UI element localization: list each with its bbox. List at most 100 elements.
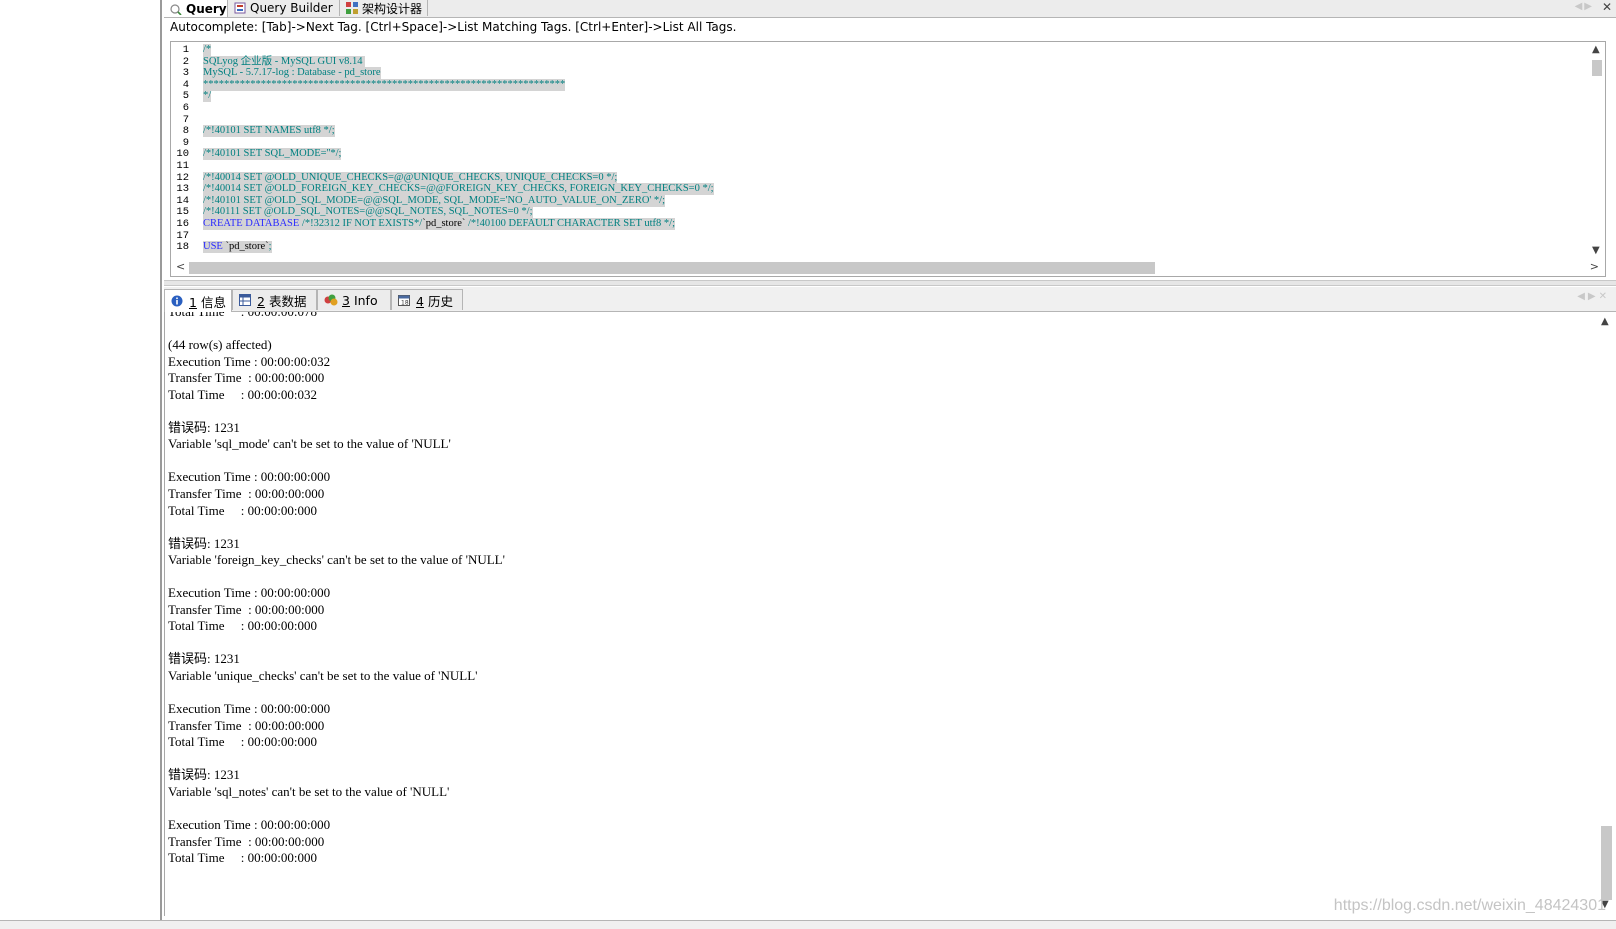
code-line: /*!40101 SET SQL_MODE=''*/; [203, 148, 342, 161]
autocomplete-hint: Autocomplete: [Tab]->Next Tag. [Ctrl+Spa… [170, 20, 737, 34]
svg-text:18: 18 [401, 300, 409, 307]
message-line: Execution Time : 00:00:00:000 [168, 585, 331, 601]
tab-messages-label: 信息 [200, 294, 226, 310]
line-number: 7 [182, 113, 189, 126]
scroll-right-icon[interactable]: > [1590, 260, 1599, 273]
message-line: 错误码: 1231 [168, 767, 240, 783]
message-line: Variable 'sql_mode' can't be set to the … [168, 436, 451, 452]
editor-vertical-scrollbar[interactable]: ▲ ▼ [1589, 42, 1605, 258]
close-icon[interactable]: ✕ [1602, 0, 1612, 14]
message-line: Transfer Time : 00:00:00:000 [168, 370, 325, 386]
tab-table-data[interactable]: 2 表数据 [232, 289, 317, 310]
watermark: https://blog.csdn.net/weixin_48424301 [1333, 897, 1606, 914]
code-line: /*!40014 SET @OLD_FOREIGN_KEY_CHECKS=@@F… [203, 183, 714, 196]
message-line [168, 321, 505, 338]
tab-table-data-number: 2 [257, 293, 265, 309]
message-line: Transfer Time : 00:00:00:000 [168, 833, 325, 849]
message-line: 错误码: 1231 [168, 419, 240, 435]
message-line: 错误码: 1231 [168, 535, 240, 551]
sql-editor[interactable]: 1 2 3 4 5 6 7 8 9 10 11 12 13 14 15 16 17 18 /* SQLyog 企业版… [170, 41, 1606, 277]
tab-object-info[interactable]: 3 Info [317, 289, 391, 310]
scroll-thumb[interactable] [1592, 60, 1602, 76]
message-line: Execution Time : 00:00:00:032 [168, 353, 331, 369]
query-window: Query Query Builder 架构设计器 ◀▶ ✕ Autocompl… [164, 0, 1616, 928]
code-line: ****************************************… [203, 78, 566, 91]
line-number: 10 [176, 148, 189, 161]
code-line: SQLyog 企业版 - MySQL GUI v8.14 [203, 55, 366, 68]
code-line: USE `pd_store`; [203, 241, 272, 254]
scroll-thumb[interactable] [1601, 826, 1612, 900]
code-token: */ [203, 90, 212, 102]
message-line: Total Time : 00:00:00:078 [168, 312, 505, 321]
message-line: Transfer Time : 00:00:00:000 [168, 486, 325, 502]
message-line: Total Time : 00:00:00:032 [168, 386, 317, 402]
code-token: `pd_store` [222, 241, 269, 253]
line-number: 9 [182, 136, 189, 149]
tab-messages-number: 1 [189, 294, 197, 310]
tab-schema-designer-label: 架构设计器 [362, 1, 423, 16]
tab-history[interactable]: 18 4 历史 [391, 289, 463, 310]
pane-splitter[interactable] [164, 280, 1616, 286]
message-line [168, 569, 505, 586]
line-number: 5 [182, 90, 189, 103]
line-number: 8 [182, 125, 189, 138]
code-token: USE [203, 241, 223, 253]
message-line: Execution Time : 00:00:00:000 [168, 816, 331, 832]
result-tab-scroll-arrows-icon[interactable]: ◀▶✕ [1577, 291, 1610, 302]
message-line: Total Time : 00:00:00:000 [168, 850, 317, 866]
scroll-down-icon[interactable]: ▼ [1592, 245, 1600, 256]
code-token: MySQL - 5.7.17-log : Database - pd_store [203, 67, 381, 79]
code-line: CREATE DATABASE /*!32312 IF NOT EXISTS*/… [203, 218, 675, 230]
line-number: 14 [176, 194, 189, 207]
line-number: 1 [182, 44, 189, 56]
tab-scroll-arrows-icon[interactable]: ◀▶ [1575, 1, 1594, 12]
tab-query-builder-label: Query Builder [250, 1, 333, 15]
code-token: `pd_store` [422, 218, 466, 229]
line-number: 17 [176, 229, 189, 242]
tab-query[interactable]: Query [164, 0, 228, 17]
code-token: ; [268, 241, 272, 253]
object-browser-pane[interactable] [0, 0, 162, 928]
code-line: */ [203, 90, 212, 103]
scroll-left-icon[interactable]: < [176, 260, 185, 273]
scroll-up-icon[interactable]: ▲ [1601, 316, 1609, 327]
code-token: SQLyog 企业版 - MySQL GUI v8.14 [203, 55, 366, 67]
scroll-up-icon[interactable]: ▲ [1592, 44, 1600, 55]
code-token: /*!40014 SET @OLD_UNIQUE_CHECKS=@@UNIQUE… [203, 171, 618, 183]
code-token: /*!40101 SET @OLD_SQL_MODE=@@SQL_MODE, S… [203, 194, 666, 206]
message-line [168, 635, 505, 652]
query-icon [170, 3, 182, 16]
message-line: Execution Time : 00:00:00:000 [168, 701, 331, 717]
tab-schema-designer[interactable]: 架构设计器 [340, 0, 428, 16]
message-line: Transfer Time : 00:00:00:000 [168, 717, 325, 733]
message-line: Total Time : 00:00:00:000 [168, 502, 317, 518]
code-token: /*!40014 SET @OLD_FOREIGN_KEY_CHECKS=@@F… [203, 183, 714, 195]
history-icon: 18 [398, 294, 410, 307]
code-token: ****************************************… [203, 78, 566, 90]
message-line [168, 751, 505, 768]
line-number-gutter: 1 2 3 4 5 6 7 8 9 10 11 12 13 14 15 16 17 18 [171, 42, 197, 258]
message-line [168, 403, 505, 420]
tab-history-number: 4 [416, 293, 424, 309]
tab-query-label: Query [186, 1, 227, 16]
line-number: 13 [176, 183, 189, 196]
editor-horizontal-scrollbar[interactable]: < > [171, 258, 1605, 276]
message-line: Variable 'foreign_key_checks' can't be s… [168, 552, 505, 568]
line-number: 16 [176, 218, 189, 230]
messages-vertical-scrollbar[interactable]: ▲ ▼ [1597, 312, 1615, 916]
tab-object-info-label: Info [353, 292, 378, 308]
message-line [168, 519, 505, 536]
code-line: /* [203, 44, 212, 56]
tab-messages[interactable]: 1 信息 [164, 289, 232, 312]
line-number: 3 [182, 67, 189, 80]
tab-history-label: 历史 [427, 293, 453, 309]
result-tab-bar: 1 信息 2 表数据 3 Info 18 4 历史 ◀▶✕ [164, 287, 1616, 312]
line-number: 11 [176, 160, 189, 172]
scroll-thumb[interactable] [189, 262, 1155, 274]
messages-panel[interactable]: Total Time : 00:00:00:078 (44 row(s) affe… [164, 312, 1615, 916]
tab-query-builder[interactable]: Query Builder [228, 0, 340, 16]
message-line [168, 453, 505, 470]
query-tab-bar: Query Query Builder 架构设计器 ◀▶ ✕ [164, 0, 1616, 18]
tab-table-data-label: 表数据 [268, 293, 307, 309]
message-line [168, 800, 505, 817]
